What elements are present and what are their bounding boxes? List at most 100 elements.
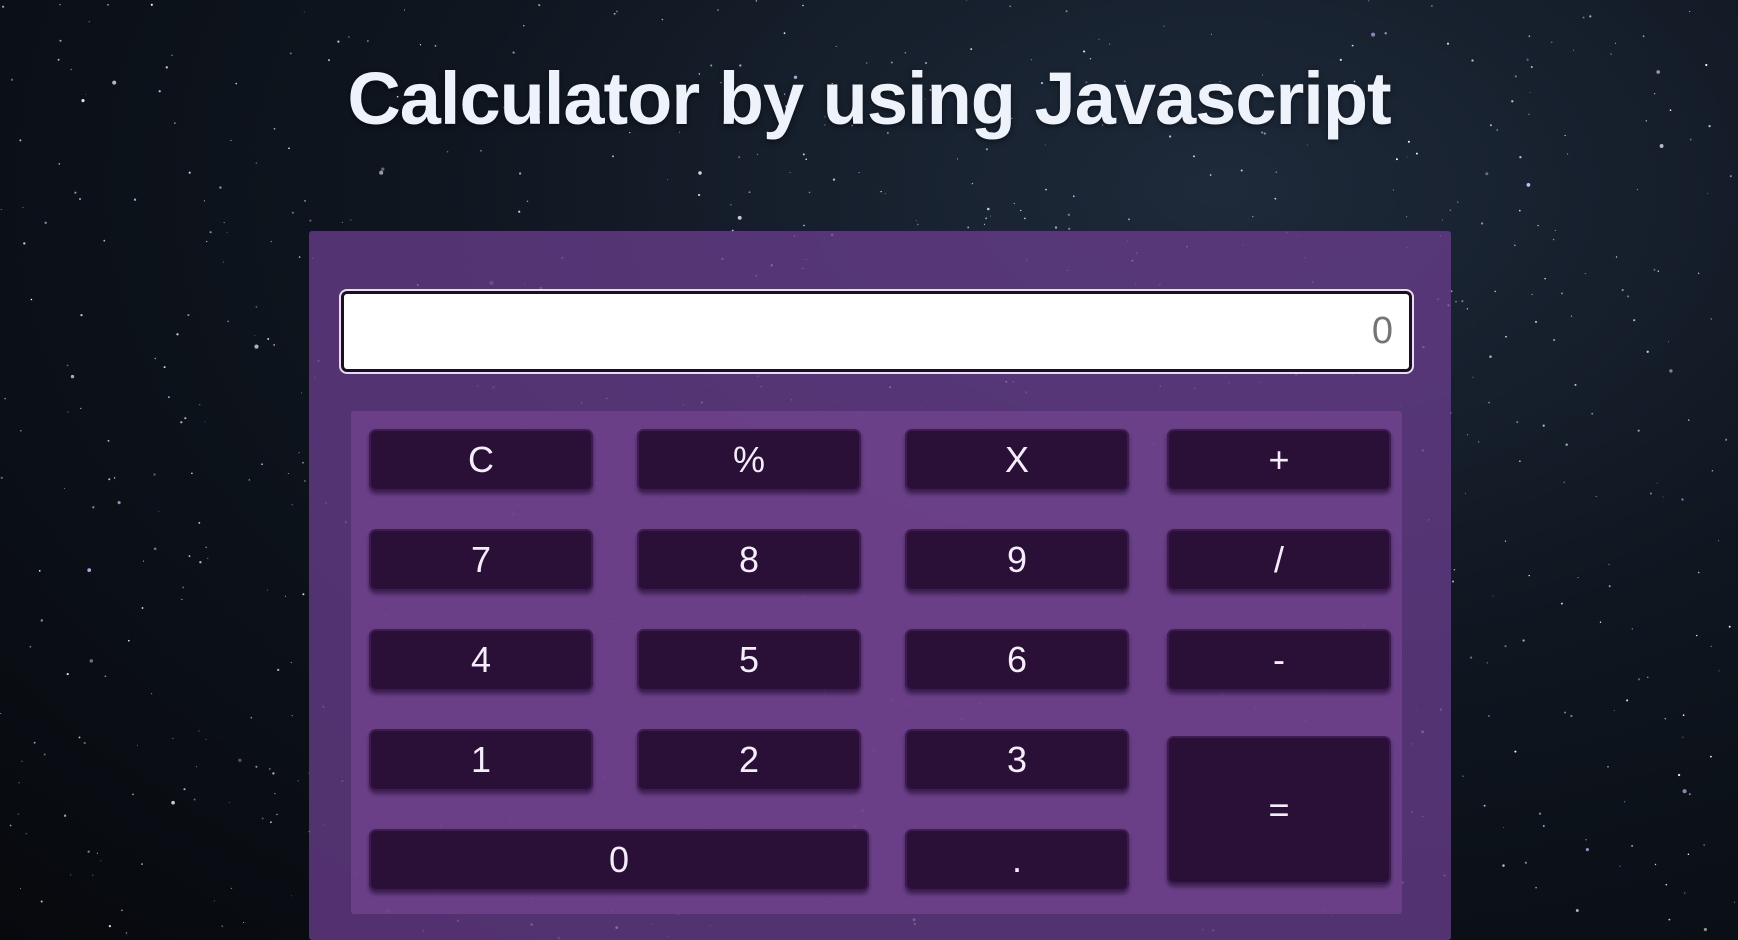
- star: [1729, 175, 1732, 178]
- star: [1504, 645, 1507, 648]
- star: [1483, 804, 1486, 807]
- star: [1710, 755, 1712, 758]
- star: [1564, 711, 1567, 714]
- star: [1718, 670, 1720, 672]
- star: [205, 738, 207, 740]
- star: [967, 226, 970, 229]
- star: [74, 191, 77, 194]
- digit-6-button[interactable]: 6: [905, 629, 1129, 691]
- star: [287, 472, 289, 474]
- star: [1528, 574, 1530, 577]
- star: [1626, 699, 1629, 702]
- star: [58, 163, 61, 165]
- star: [808, 191, 811, 194]
- star: [290, 662, 292, 664]
- star: [298, 452, 300, 454]
- star: [254, 335, 256, 337]
- star: [1240, 169, 1243, 172]
- star: [188, 555, 191, 557]
- star: [1574, 383, 1577, 386]
- star: [1452, 580, 1454, 583]
- star: [1461, 300, 1464, 303]
- star: [1163, 25, 1165, 27]
- star: [40, 900, 43, 903]
- star: [1668, 918, 1671, 921]
- star: [302, 461, 304, 464]
- star: [348, 36, 350, 38]
- star: [83, 741, 86, 745]
- star: [1045, 188, 1047, 191]
- star: [1662, 496, 1664, 498]
- star: [1682, 736, 1684, 738]
- star: [1009, 5, 1012, 8]
- star: [255, 306, 258, 308]
- star: [1502, 864, 1505, 867]
- star: [255, 162, 258, 164]
- digit-9-button[interactable]: 9: [905, 529, 1129, 591]
- star: [127, 639, 130, 642]
- star: [163, 366, 166, 369]
- star: [1682, 714, 1685, 716]
- star: [291, 211, 294, 214]
- star: [985, 148, 989, 151]
- star: [1687, 419, 1690, 421]
- star: [261, 463, 263, 466]
- percent-button[interactable]: %: [637, 429, 861, 491]
- star: [103, 239, 106, 242]
- star: [526, 200, 529, 203]
- star: [267, 338, 270, 340]
- calculator-panel: C % X + 7 8 9 / 4 5 6 - 1 2 3 = 0 .: [309, 231, 1451, 940]
- star: [198, 730, 200, 732]
- star: [337, 40, 340, 43]
- clear-button[interactable]: C: [369, 429, 593, 491]
- equals-button[interactable]: =: [1167, 736, 1391, 884]
- star: [480, 149, 482, 152]
- star: [207, 557, 209, 559]
- add-button[interactable]: +: [1167, 429, 1391, 491]
- digit-3-button[interactable]: 3: [905, 729, 1129, 791]
- star: [80, 407, 82, 410]
- digit-0-button[interactable]: 0: [369, 829, 869, 891]
- digit-2-button[interactable]: 2: [637, 729, 861, 791]
- digit-5-button[interactable]: 5: [637, 629, 861, 691]
- subtract-button[interactable]: -: [1167, 629, 1391, 691]
- star: [1570, 315, 1573, 317]
- star: [125, 932, 128, 934]
- star: [1441, 219, 1443, 221]
- digit-4-button[interactable]: 4: [369, 629, 593, 691]
- digit-1-button[interactable]: 1: [369, 729, 593, 791]
- star: [92, 506, 95, 509]
- star: [255, 765, 258, 768]
- star: [181, 598, 183, 601]
- star: [403, 9, 405, 11]
- digit-7-button[interactable]: 7: [369, 529, 593, 591]
- star: [1649, 492, 1652, 495]
- star: [1646, 350, 1649, 353]
- star: [970, 48, 973, 51]
- star: [1595, 495, 1597, 497]
- star: [238, 758, 242, 763]
- multiply-button[interactable]: X: [905, 429, 1129, 491]
- star: [1504, 540, 1507, 542]
- display-field[interactable]: [339, 289, 1414, 374]
- star: [191, 472, 193, 474]
- star: [196, 766, 198, 768]
- star: [1703, 844, 1705, 846]
- star: [1552, 238, 1555, 241]
- digit-8-button[interactable]: 8: [637, 529, 861, 591]
- star: [716, 9, 719, 11]
- star: [66, 673, 69, 676]
- star: [188, 171, 191, 174]
- star: [1371, 32, 1376, 37]
- star: [1677, 773, 1681, 777]
- star: [730, 204, 732, 206]
- star: [1619, 865, 1621, 868]
- star: [1684, 892, 1686, 894]
- star: [1554, 229, 1556, 231]
- star: [858, 172, 860, 174]
- decimal-button[interactable]: .: [905, 829, 1129, 891]
- divide-button[interactable]: /: [1167, 529, 1391, 591]
- star: [227, 320, 229, 322]
- star: [70, 874, 72, 876]
- star: [904, 51, 907, 54]
